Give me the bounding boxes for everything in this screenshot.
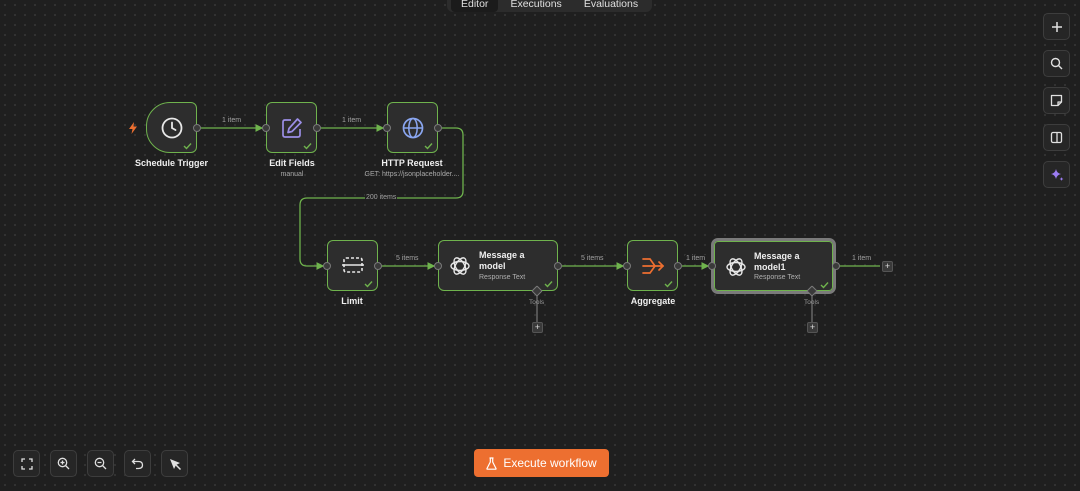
output-port[interactable] [554,262,562,270]
connection-label: 1 item [221,117,243,124]
node-subtitle: manual [280,171,304,178]
zoom-out-icon [94,457,107,470]
node-subtitle: Response Text [754,274,801,281]
connection-label: 1 item [685,255,707,262]
node-schedule-trigger[interactable] [146,102,197,153]
clock-icon [161,117,183,139]
execute-workflow-label: Execute workflow [503,456,597,470]
limit-icon [342,257,364,273]
zoom-in-button[interactable] [50,450,77,477]
tidy-up-icon [169,458,181,470]
node-message-a-model[interactable]: Message a model Response Text [438,240,558,291]
add-node-button[interactable]: + [882,261,893,272]
node-label: Edit Fields [269,158,315,168]
success-check-icon [820,282,829,289]
connection-label: 1 item [851,255,873,262]
node-label: Aggregate [630,296,676,306]
edit-pencil-icon [282,118,302,138]
tools-label: Tools [804,299,820,306]
input-port[interactable] [323,262,331,270]
add-tool-button[interactable]: + [532,322,543,333]
output-port[interactable] [193,124,201,132]
node-subtitle: Response Text [479,274,526,281]
node-subtitle: GET: https://jsonplaceholder.... [364,171,460,178]
fit-view-button[interactable] [13,450,40,477]
add-node-panel-button[interactable] [1043,13,1070,40]
node-label: Limit [341,296,363,306]
input-port[interactable] [262,124,270,132]
success-check-icon [183,143,192,150]
ai-sparkle-icon [1050,168,1063,181]
plus-icon [1051,21,1062,32]
output-port[interactable] [313,124,321,132]
node-limit[interactable] [327,240,378,291]
success-check-icon [664,281,673,288]
tidy-up-button[interactable] [161,450,188,477]
zoom-out-button[interactable] [87,450,114,477]
connection-label: 200 items [365,194,398,201]
undo-button[interactable] [124,450,151,477]
node-label: Message a model1 [754,251,800,272]
undo-icon [131,458,144,470]
flask-icon [486,456,497,470]
sticky-note-icon [1050,94,1063,107]
success-check-icon [303,143,312,150]
add-tool-button[interactable]: + [807,322,818,333]
node-http-request[interactable] [387,102,438,153]
node-label: Schedule Trigger [134,158,209,168]
search-icon [1050,57,1063,70]
node-edit-fields[interactable] [266,102,317,153]
success-check-icon [424,143,433,150]
input-port[interactable] [708,262,716,270]
connection-label: 5 items [580,255,605,262]
zoom-in-icon [57,457,70,470]
success-check-icon [364,281,373,288]
execute-workflow-button[interactable]: Execute workflow [474,449,609,477]
input-port[interactable] [383,124,391,132]
success-check-icon [544,281,553,288]
connection-label: 1 item [341,117,363,124]
trigger-bolt-icon [129,122,137,134]
node-label: Message a model [479,250,525,271]
input-port[interactable] [434,262,442,270]
fit-view-icon [20,457,33,470]
output-port[interactable] [374,262,382,270]
globe-icon [402,117,424,139]
tools-label: Tools [529,299,545,306]
panel-toggle-icon [1050,131,1063,144]
output-port[interactable] [434,124,442,132]
connection-label: 5 items [395,255,420,262]
openai-icon [450,257,470,275]
node-label: HTTP Request [381,158,443,168]
ai-assistant-button[interactable] [1043,161,1070,188]
node-message-a-model1[interactable]: Message a model1 Response Text [711,238,836,294]
node-aggregate[interactable] [627,240,678,291]
aggregate-icon [642,258,665,274]
output-port[interactable] [832,262,840,270]
search-button[interactable] [1043,50,1070,77]
openai-icon [726,258,746,276]
input-port[interactable] [623,262,631,270]
sticky-note-button[interactable] [1043,87,1070,114]
output-port[interactable] [674,262,682,270]
toggle-panel-button[interactable] [1043,124,1070,151]
